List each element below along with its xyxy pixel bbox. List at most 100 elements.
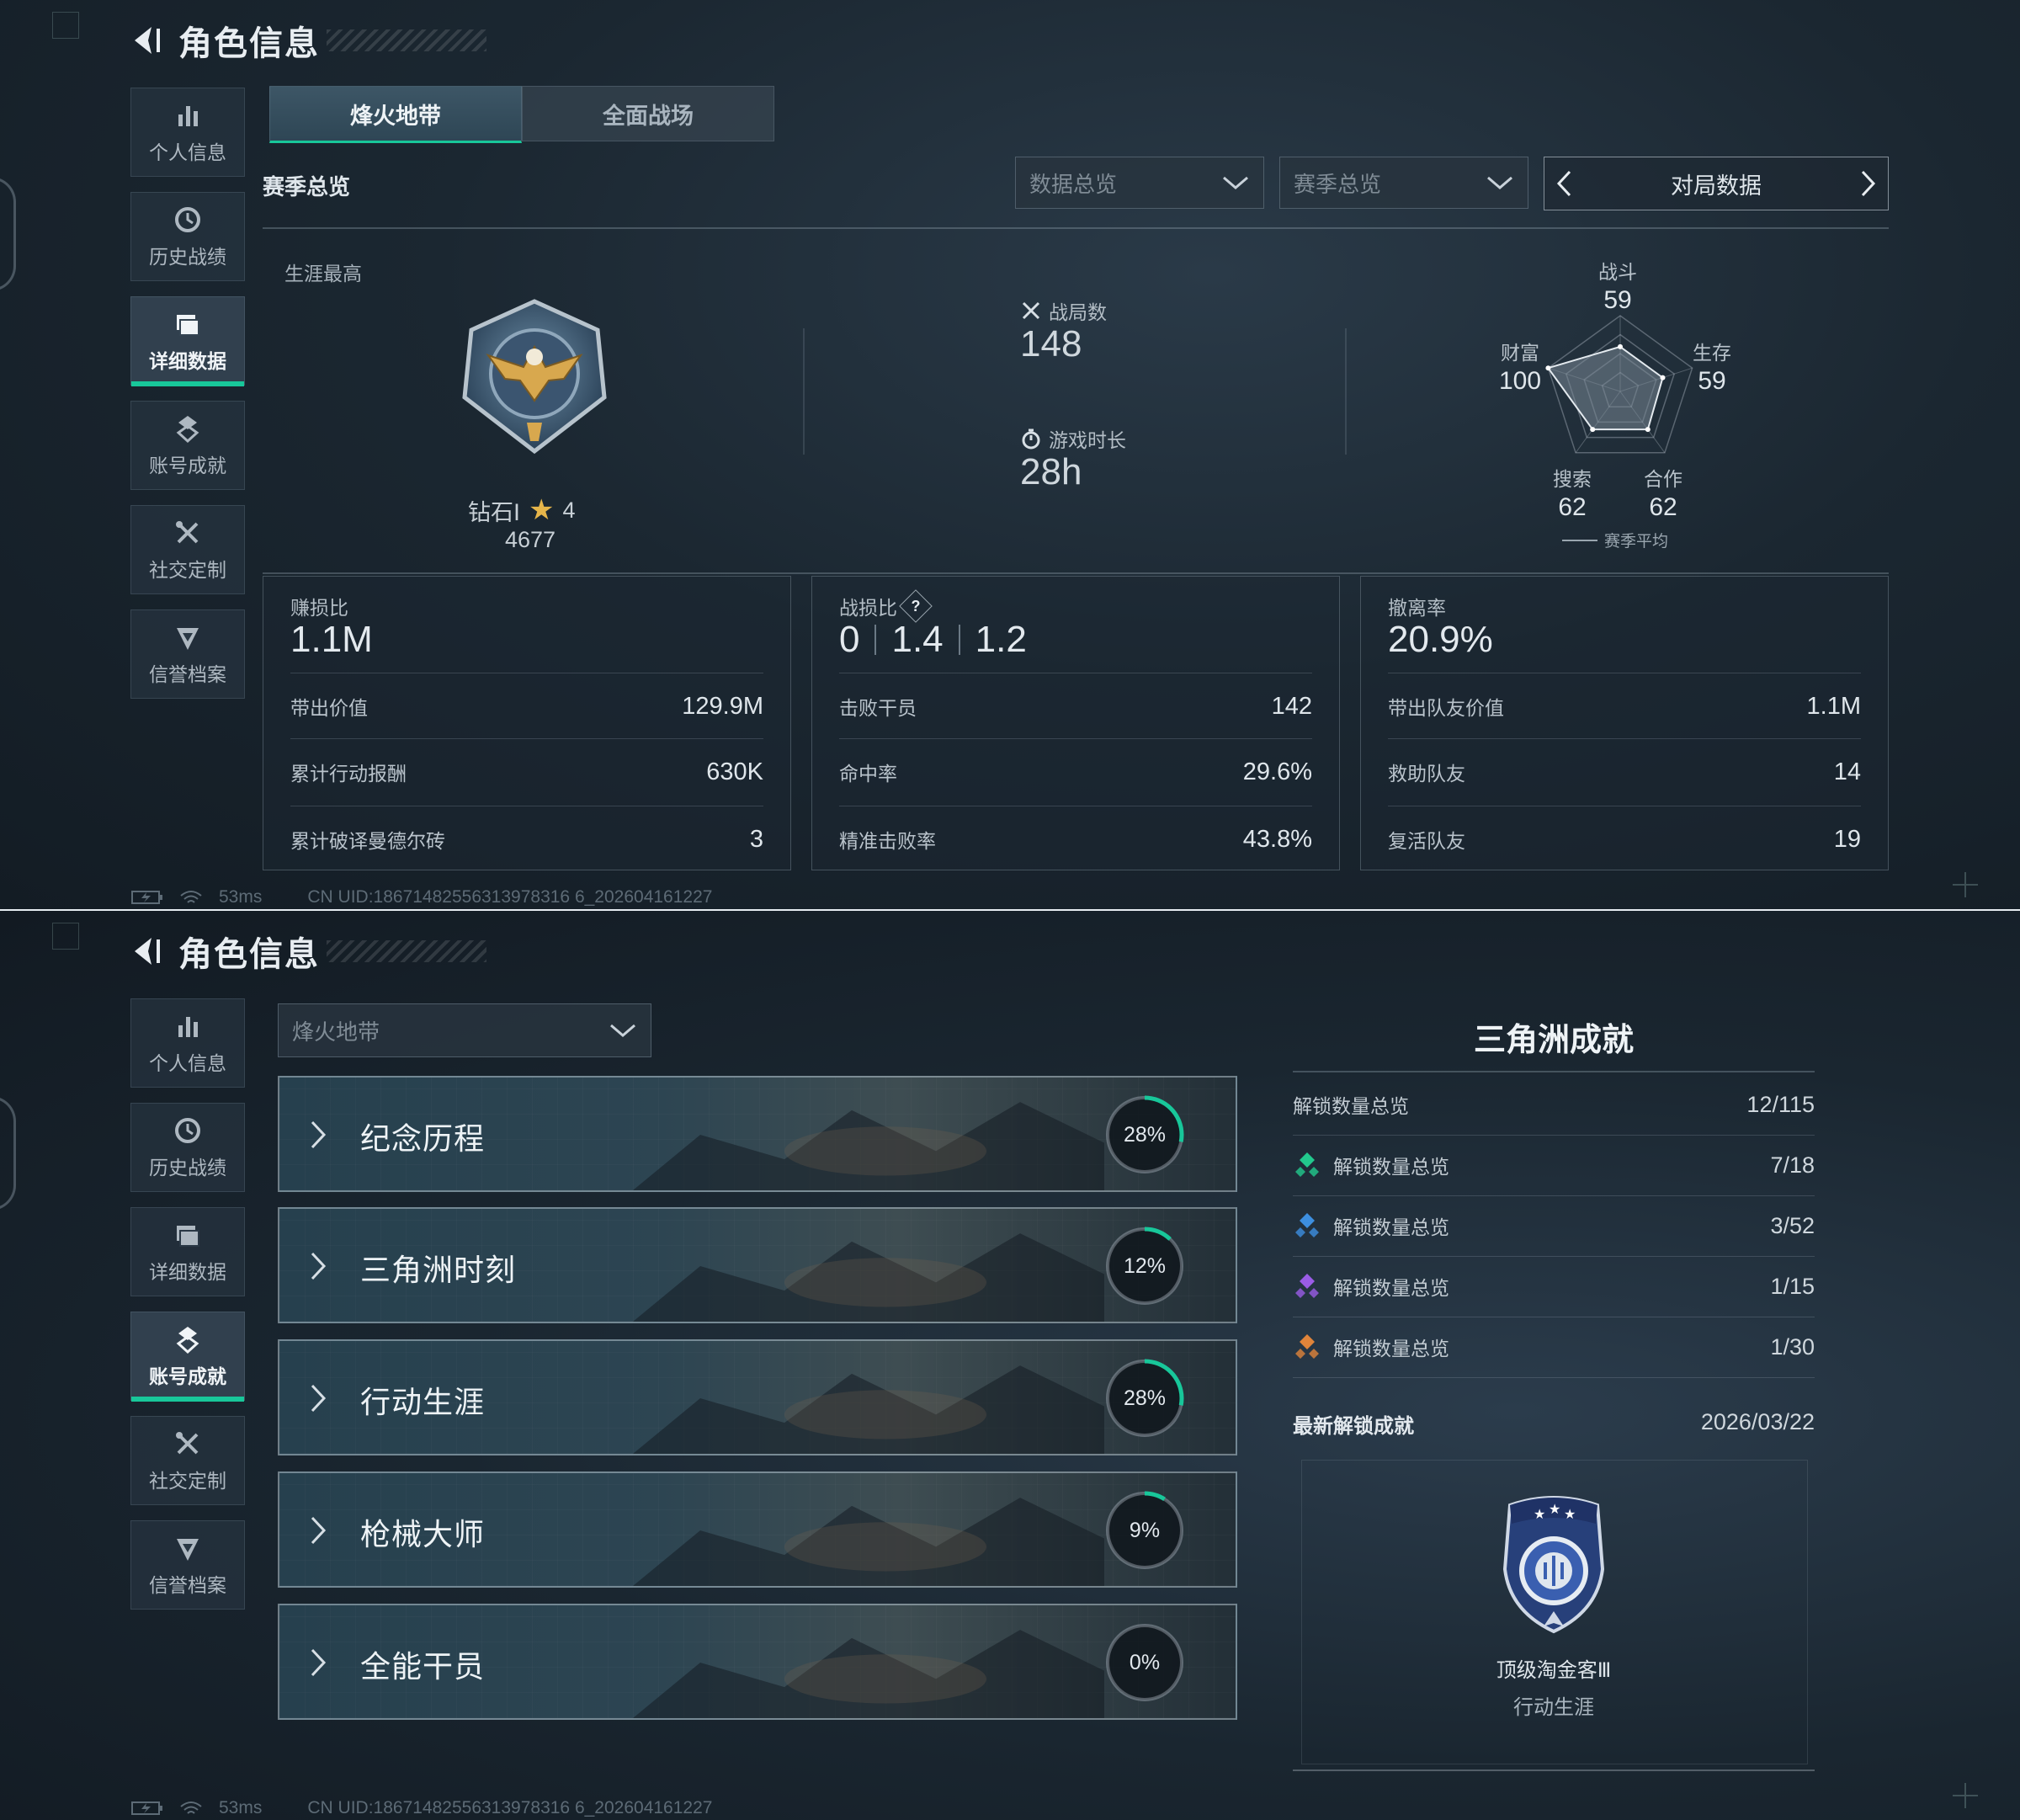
tier-label-wrap: 解锁数量总览 [1293, 1333, 1449, 1361]
achievement-category[interactable]: 全能干员 0% [278, 1604, 1237, 1720]
bar-chart-icon [178, 106, 198, 126]
dropdown-value: 数据总览 [1029, 171, 1118, 197]
back-arrow-icon[interactable] [126, 22, 163, 59]
achievement-category[interactable]: 纪念历程 28% [278, 1076, 1237, 1192]
achievement-category[interactable]: 行动生涯 28% [278, 1339, 1237, 1455]
tier-label: 解锁数量总览 [1333, 1338, 1449, 1360]
row-label: 带出价值 [290, 697, 368, 719]
radar-point-survival [1660, 375, 1666, 380]
row-label: 精准击败率 [839, 830, 936, 852]
progress-label: 9% [1129, 1518, 1161, 1542]
divider [1293, 1071, 1815, 1072]
card-title: 撤离率 [1388, 597, 1446, 619]
card-row: 复活队友 19 [1388, 806, 1861, 872]
legend-line [1562, 539, 1597, 541]
nav-detailed-data[interactable]: 详细数据 [130, 1207, 245, 1296]
playtime-stat: 游戏时长 [1020, 424, 1126, 453]
achievement-icon [176, 416, 199, 444]
row-value: 29.6% [1242, 758, 1312, 785]
nav-history[interactable]: 历史战绩 [130, 1103, 245, 1192]
side-nav: 个人信息 历史战绩 详细数据 账号成就 社交定制 信誉档案 [130, 998, 245, 1625]
radar-legend: 赛季平均 [1562, 529, 1668, 551]
nav-achievements[interactable]: 账号成就 [130, 401, 245, 490]
nav-personal-info[interactable]: 个人信息 [130, 88, 245, 177]
matches-stat: 战局数 [1020, 296, 1107, 325]
nav-history[interactable]: 历史战绩 [130, 192, 245, 281]
chevron-right-icon[interactable] [1859, 169, 1878, 198]
tab-warzone[interactable]: 烽火地带 [269, 86, 522, 143]
radar-label-combat: 战斗 [1598, 261, 1637, 283]
kd-part: 1.2 [975, 619, 1027, 660]
mode-dropdown[interactable]: 烽火地带 [278, 1003, 651, 1057]
svg-text:★: ★ [1534, 1508, 1545, 1522]
row-label: 累计破译曼德尔砖 [290, 830, 445, 852]
achievement-summary-title: 三角洲成就 [1473, 1023, 1634, 1058]
green-diamond-icon [1295, 1152, 1319, 1177]
page-title: 角色信息 [178, 936, 320, 973]
star-icon: ★ [528, 494, 555, 526]
chevron-right-icon [311, 1648, 327, 1677]
tab-battlefield[interactable]: 全面战场 [522, 86, 774, 141]
bar-chart-icon [178, 1017, 198, 1037]
nav-social-custom[interactable]: 社交定制 [130, 1416, 245, 1505]
season-overview-dropdown[interactable]: 赛季总览 [1279, 157, 1528, 209]
mode-tabs: 烽火地带 全面战场 [269, 86, 774, 143]
tier-value: 3/52 [1770, 1212, 1815, 1238]
profit-loss-card: 赚损比 1.1M 带出价值 129.9M 累计行动报酬 630K 累计破译曼德尔砖 3 [263, 576, 791, 870]
row-value: 630K [706, 758, 763, 785]
nav-label: 信誉档案 [149, 663, 226, 685]
radar-value-search: 62 [1558, 493, 1587, 521]
history-clock-icon [175, 1118, 200, 1143]
chevron-right-icon [311, 1120, 327, 1149]
playtime-value: 28h [1020, 451, 1082, 492]
wifi-icon [180, 891, 202, 903]
separator [958, 625, 960, 655]
nav-label: 历史战绩 [149, 246, 226, 268]
achievement-icon [176, 1327, 199, 1354]
tier-summary-row: 解锁数量总览 7/18 [1293, 1135, 1815, 1196]
svg-text:★: ★ [1549, 1503, 1560, 1517]
folder-icon [177, 1226, 199, 1247]
achievement-category[interactable]: 枪械大师 9% [278, 1471, 1237, 1588]
tier-label: 解锁数量总览 [1333, 1277, 1449, 1299]
back-arrow-icon[interactable] [126, 933, 163, 970]
category-artwork [633, 1233, 1104, 1322]
battery-icon [131, 1801, 162, 1815]
edge-handle [0, 177, 16, 291]
card-row: 精准击败率 43.8% [839, 806, 1312, 872]
status-footer: 53ms CN UID:18671482556313978316 6_20260… [131, 1796, 712, 1820]
radar-label-coop: 合作 [1644, 468, 1682, 490]
nav-label: 账号成就 [149, 455, 226, 476]
nav-personal-info[interactable]: 个人信息 [130, 998, 245, 1088]
nav-detailed-data[interactable]: 详细数据 [130, 296, 245, 386]
chevron-left-icon[interactable] [1555, 169, 1573, 198]
card-title: 战损比 [839, 597, 897, 619]
diamond-rank-badge-icon [462, 299, 607, 455]
radar-label-survival: 生存 [1693, 342, 1731, 364]
row-value: 3 [749, 825, 763, 853]
radar-value-combat: 59 [1603, 286, 1632, 314]
nav-achievements[interactable]: 账号成就 [130, 1312, 245, 1402]
data-overview-dropdown[interactable]: 数据总览 [1015, 157, 1264, 209]
nav-social-custom[interactable]: 社交定制 [130, 505, 245, 594]
radar-point-combat [1618, 343, 1623, 349]
page-title: 角色信息 [178, 25, 320, 62]
top-gold-digger-medal-icon[interactable]: ★ ★ ★ [1496, 1493, 1611, 1636]
nav-credit-record[interactable]: 信誉档案 [130, 1520, 245, 1610]
chevron-right-icon [311, 1384, 327, 1413]
card-row: 累计行动报酬 630K [290, 738, 763, 805]
corner-marker [52, 12, 79, 39]
help-icon[interactable]: ? [899, 589, 933, 623]
latest-unlock-header: 最新解锁成就 2026/03/22 [1293, 1409, 1815, 1439]
nav-label: 社交定制 [149, 1470, 226, 1492]
blue-diamond-icon [1295, 1213, 1319, 1237]
divider [1293, 1769, 1815, 1771]
medal-category: 行动生涯 [1513, 1696, 1594, 1719]
card-row: 带出价值 129.9M [290, 673, 763, 739]
nav-credit-record[interactable]: 信誉档案 [130, 609, 245, 699]
row-value: 19 [1833, 825, 1861, 853]
stopwatch-icon [1022, 428, 1040, 450]
row-label: 救助队友 [1388, 763, 1465, 785]
row-label: 复活队友 [1388, 830, 1465, 852]
achievement-category[interactable]: 三角洲时刻 12% [278, 1207, 1237, 1323]
